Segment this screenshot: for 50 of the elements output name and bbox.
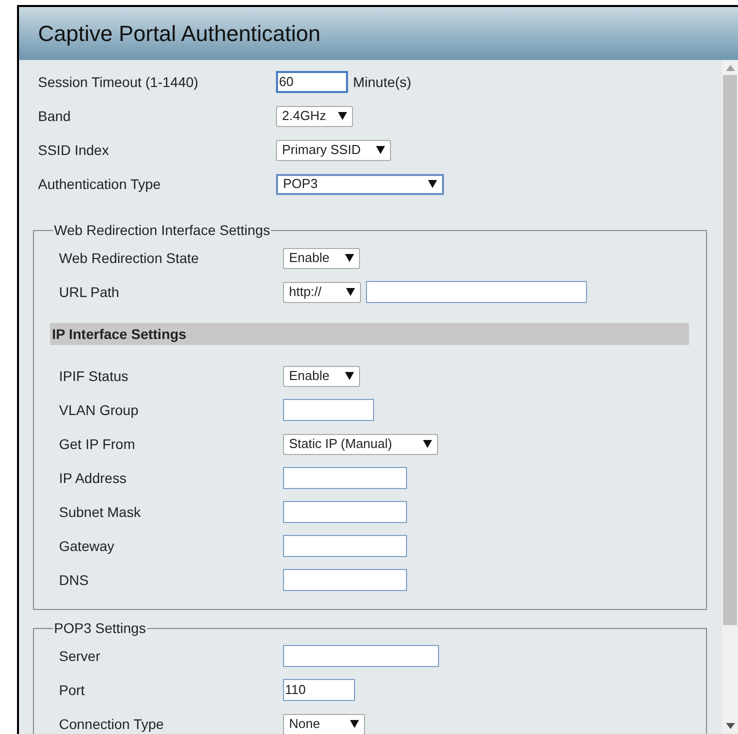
dropdown-arrow-icon xyxy=(423,440,432,448)
input-field[interactable] xyxy=(283,645,439,667)
field-label: Band xyxy=(38,106,72,126)
input-field[interactable] xyxy=(366,281,587,303)
input-field[interactable] xyxy=(283,535,407,557)
input-field[interactable]: 110 xyxy=(283,679,355,701)
dropdown-arrow-icon xyxy=(350,720,359,728)
dropdown-arrow-icon xyxy=(428,180,437,188)
field-label: Port xyxy=(59,680,86,700)
scroll-up-icon[interactable] xyxy=(726,65,734,71)
input-field[interactable] xyxy=(283,501,407,523)
dropdown[interactable]: http:// xyxy=(283,282,361,302)
dropdown[interactable]: None xyxy=(283,714,365,734)
field-label: Connection Type xyxy=(59,714,165,734)
field-label: DNS xyxy=(59,570,90,590)
input-field[interactable] xyxy=(283,399,374,421)
section-legend: Web Redirection Interface Settings xyxy=(53,220,272,241)
section-heading: IP Interface Settings xyxy=(50,323,689,345)
input-field[interactable] xyxy=(283,569,407,591)
dropdown-arrow-icon xyxy=(345,372,354,380)
field-label: Gateway xyxy=(59,536,116,556)
scrollbar[interactable] xyxy=(722,60,738,734)
page-title: Captive Portal Authentication xyxy=(38,20,321,48)
field-label: Web Redirection State xyxy=(59,248,200,268)
dropdown[interactable]: Enable xyxy=(283,248,360,268)
input-field[interactable]: 60 xyxy=(276,71,348,93)
dropdown[interactable]: 2.4GHz xyxy=(276,106,353,126)
dropdown[interactable]: Static IP (Manual) xyxy=(283,434,438,454)
dropdown[interactable]: POP3 xyxy=(276,174,444,194)
dropdown-arrow-icon xyxy=(338,112,347,120)
dropdown[interactable]: Enable xyxy=(283,366,360,386)
field-label: URL Path xyxy=(59,282,120,302)
input-field[interactable] xyxy=(283,467,407,489)
dropdown-arrow-icon xyxy=(376,146,385,154)
dropdown-arrow-icon xyxy=(346,288,355,296)
field-label: VLAN Group xyxy=(59,400,140,420)
section-legend: POP3 Settings xyxy=(53,618,147,639)
scroll-down-icon[interactable] xyxy=(726,723,734,729)
field-label: Server xyxy=(59,646,102,666)
scrollbar-thumb[interactable] xyxy=(723,75,737,625)
unit-label: Minute(s) xyxy=(353,72,412,92)
dropdown[interactable]: Primary SSID xyxy=(276,140,391,160)
dropdown-arrow-icon xyxy=(345,254,354,262)
field-label: SSID Index xyxy=(38,140,110,160)
field-label: IPIF Status xyxy=(59,366,130,386)
field-label: Authentication Type xyxy=(38,174,162,194)
field-label: Get IP From xyxy=(59,434,136,454)
field-label: Subnet Mask xyxy=(59,502,142,522)
field-label: Session Timeout (1-1440) xyxy=(38,72,200,92)
field-label: IP Address xyxy=(59,468,128,488)
